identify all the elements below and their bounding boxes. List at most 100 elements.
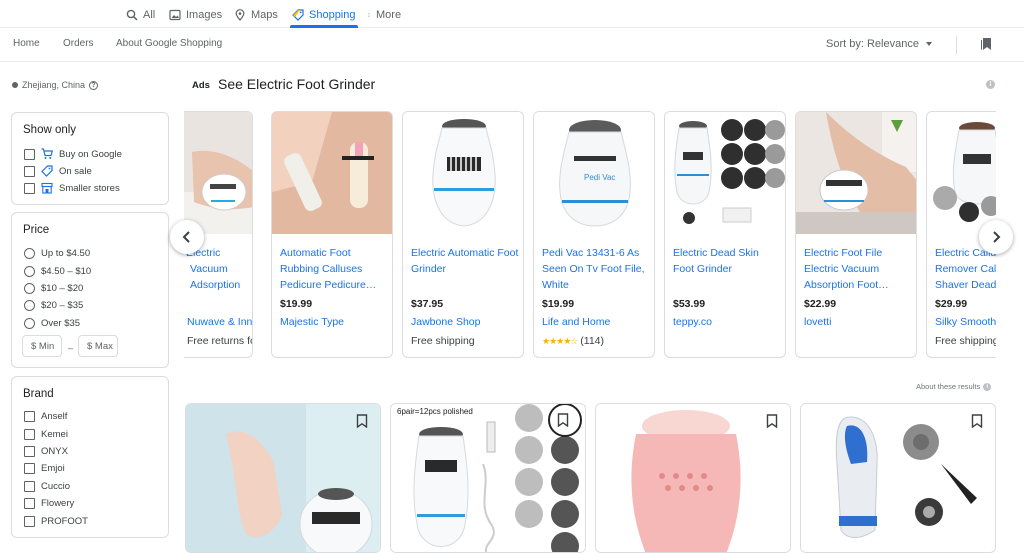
- product-image-caption: 6pair=12pcs polished: [397, 407, 473, 416]
- about-these-results-link[interactable]: About these results i: [916, 382, 992, 391]
- tab-all-label: All: [143, 9, 156, 21]
- brand-option[interactable]: Kemei: [24, 427, 68, 441]
- product-price: $37.95: [411, 298, 444, 310]
- tab-maps[interactable]: Maps: [234, 4, 278, 26]
- shipping-info: Free shipping: [935, 335, 996, 347]
- price-option-label: $4.50 – $10: [41, 265, 92, 277]
- sale-tag-icon: [41, 165, 53, 177]
- product-card[interactable]: Electric Dead Skin Foot Grinder $53.99 t…: [664, 111, 786, 358]
- info-icon[interactable]: i: [986, 80, 995, 89]
- product-card[interactable]: Electric Automatic Foot Grinder $37.95 J…: [402, 111, 524, 358]
- brand-option[interactable]: Flowery: [24, 496, 74, 510]
- store-name: Life and Home: [542, 316, 611, 328]
- carousel-next-button[interactable]: [979, 220, 1013, 254]
- tab-more-label: More: [376, 9, 402, 21]
- price-option[interactable]: $4.50 – $10: [24, 264, 91, 278]
- bookmark-icon[interactable]: [356, 414, 368, 428]
- brand-label: PROFOOT: [41, 515, 88, 527]
- product-card[interactable]: Pedi Vac Pedi Vac 13431-6 As Seen On Tv …: [533, 111, 655, 358]
- radio-button[interactable]: [24, 247, 35, 259]
- brand-label: Flowery: [41, 497, 75, 509]
- brand-option[interactable]: Cuccio: [24, 479, 70, 493]
- sort-by-dropdown[interactable]: Sort by: Relevance: [826, 38, 932, 50]
- product-grid-card[interactable]: [800, 403, 996, 553]
- image-icon: [169, 9, 181, 21]
- checkbox[interactable]: [24, 445, 35, 457]
- product-card[interactable]: Electric Foot File Electric Vacuum Absor…: [795, 111, 917, 358]
- checkbox[interactable]: [24, 410, 35, 422]
- checkbox[interactable]: [24, 462, 35, 474]
- price-option[interactable]: Over $35: [24, 316, 80, 330]
- brand-filter: Brand Anself Kemei ONYX Emjoi Cuccio Flo…: [11, 376, 169, 538]
- tag-icon: [292, 9, 304, 21]
- radio-button[interactable]: [24, 299, 35, 311]
- product-price: $19.99: [280, 298, 313, 310]
- nav-orders[interactable]: Orders: [63, 38, 94, 49]
- price-option[interactable]: $20 – $35: [24, 298, 83, 312]
- checkbox[interactable]: [24, 182, 35, 194]
- product-title: Pedi Vac 13431-6 As Seen On Tv Foot File…: [542, 247, 645, 291]
- price-option[interactable]: Up to $4.50: [24, 246, 90, 260]
- shipping-info: Free shipping: [411, 335, 475, 347]
- brand-option[interactable]: Emjoi: [24, 461, 65, 475]
- product-image: [596, 404, 790, 552]
- cart-icon: [41, 148, 53, 159]
- product-price: $53.99: [673, 298, 706, 310]
- price-option[interactable]: $10 – $20: [24, 281, 83, 295]
- brand-label: Anself: [41, 410, 68, 422]
- bookmark-icon[interactable]: [557, 413, 569, 427]
- brand-option[interactable]: Anself: [24, 409, 67, 423]
- price-option-label: $20 – $35: [41, 299, 84, 311]
- filter-buy-on-google[interactable]: Buy on Google: [24, 147, 122, 161]
- tab-all[interactable]: All: [126, 4, 155, 26]
- chevron-right-icon: [993, 231, 1001, 243]
- map-pin-icon: [235, 9, 245, 21]
- product-grid-card[interactable]: 6pair=12pcs polished: [390, 403, 586, 553]
- price-title: Price: [23, 224, 50, 236]
- sort-by-label: Sort by: Relevance: [826, 38, 919, 50]
- brand-option[interactable]: ONYX: [24, 444, 68, 458]
- radio-button[interactable]: [24, 265, 35, 277]
- saved-bookmarks-icon[interactable]: [980, 37, 992, 51]
- radio-button[interactable]: [24, 317, 35, 329]
- product-image: [665, 112, 785, 234]
- brand-option[interactable]: PROFOOT: [24, 514, 88, 528]
- product-image: [184, 112, 252, 234]
- location-indicator[interactable]: Zhejiang, China ?: [12, 80, 99, 90]
- tab-images[interactable]: Images: [169, 4, 222, 26]
- checkbox[interactable]: [24, 515, 35, 527]
- tab-more[interactable]: More: [367, 4, 401, 26]
- checkbox[interactable]: [24, 497, 35, 509]
- product-title: Electric Dead Skin Foot Grinder: [673, 247, 759, 275]
- nav-home[interactable]: Home: [13, 38, 40, 49]
- bookmark-icon[interactable]: [971, 414, 983, 428]
- filter-label: On sale: [59, 165, 92, 177]
- filter-label: Smaller stores: [59, 182, 120, 194]
- checkbox[interactable]: [24, 165, 35, 177]
- radio-button[interactable]: [24, 282, 35, 294]
- checkbox[interactable]: [24, 480, 35, 492]
- brand-title: Brand: [23, 388, 54, 400]
- review-count: (114): [580, 335, 604, 347]
- product-image: Pedi Vac: [534, 112, 654, 234]
- store-name: Nuwave & Innovate: [187, 316, 253, 328]
- product-grid-card[interactable]: [595, 403, 791, 553]
- checkbox[interactable]: [24, 148, 35, 160]
- product-image: [403, 112, 523, 234]
- max-price-input[interactable]: $ Max: [78, 335, 118, 357]
- filter-on-sale[interactable]: On sale: [24, 164, 92, 178]
- checkbox[interactable]: [24, 428, 35, 440]
- product-card[interactable]: Automatic Foot Rubbing Calluses Pedicure…: [271, 111, 393, 358]
- filter-smaller-stores[interactable]: Smaller stores: [24, 181, 120, 195]
- bookmark-icon[interactable]: [766, 414, 778, 428]
- tab-shopping[interactable]: Shopping: [290, 4, 357, 28]
- nav-about-google-shopping[interactable]: About Google Shopping: [116, 38, 222, 49]
- product-price: $22.99: [804, 298, 837, 310]
- price-option-label: Up to $4.50: [41, 247, 91, 259]
- product-grid-card[interactable]: [185, 403, 381, 553]
- ads-carousel: Electric Vacuum Adsorption Foot Grinder …: [184, 111, 996, 359]
- min-price-input[interactable]: $ Min: [22, 335, 62, 357]
- info-icon: i: [983, 382, 992, 391]
- carousel-prev-button[interactable]: [170, 220, 204, 254]
- help-icon[interactable]: ?: [89, 80, 99, 90]
